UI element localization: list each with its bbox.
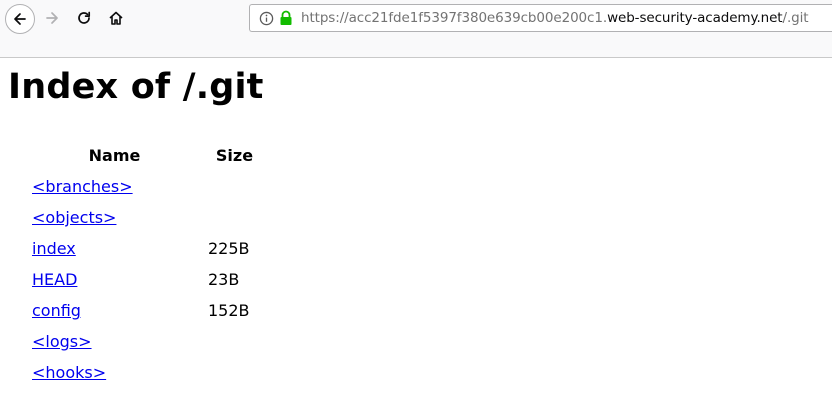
name-cell: <branches>: [31, 172, 198, 201]
forward-button[interactable]: [38, 4, 66, 32]
page-title: Index of /.git: [8, 67, 264, 107]
url-path: /.git: [782, 10, 809, 26]
entry-link[interactable]: <branches>: [32, 177, 133, 196]
url-bar[interactable]: https://acc21fde1f5397f380e639cb00e200c1…: [249, 4, 832, 32]
entry-link[interactable]: HEAD: [32, 270, 77, 289]
size-cell: [200, 203, 269, 232]
table-row: <objects>: [31, 203, 269, 232]
name-cell: HEAD: [31, 265, 198, 294]
size-column-header: Size: [215, 146, 254, 165]
entry-link[interactable]: <hooks>: [32, 363, 106, 382]
name-cell: <objects>: [31, 203, 198, 232]
entry-link[interactable]: <logs>: [32, 332, 92, 351]
reload-button[interactable]: [70, 4, 98, 32]
size-cell: [200, 358, 269, 387]
table-row: HEAD 23B: [31, 265, 269, 294]
size-cell: [200, 327, 269, 356]
table-row: config 152B: [31, 296, 269, 325]
name-cell: index: [31, 234, 198, 263]
entry-link[interactable]: config: [32, 301, 81, 320]
size-cell: 23B: [208, 270, 240, 289]
back-arrow-icon: [14, 13, 26, 25]
name-cell: config: [31, 296, 198, 325]
lock-icon[interactable]: [279, 10, 293, 26]
size-cell: 152B: [208, 301, 250, 320]
home-button[interactable]: [102, 4, 130, 32]
size-cell: [200, 172, 269, 201]
entry-link[interactable]: index: [32, 239, 76, 258]
back-button[interactable]: [5, 4, 35, 34]
name-cell: <logs>: [31, 327, 198, 356]
url-host: web-security-academy.net: [607, 10, 783, 26]
directory-listing: Name Size <branches> <objects> index 225…: [29, 139, 271, 389]
table-row: <hooks>: [31, 358, 269, 387]
table-row: <branches>: [31, 172, 269, 201]
forward-arrow-icon: [46, 12, 58, 24]
entry-link[interactable]: <objects>: [32, 208, 116, 227]
home-icon: [109, 11, 123, 25]
name-column-header: Name: [88, 146, 141, 165]
name-cell: <hooks>: [31, 358, 198, 387]
header-row: Name Size: [31, 141, 269, 170]
url-prefix: https://acc21fde1f5397f380e639cb00e200c1…: [301, 10, 608, 26]
info-icon[interactable]: [259, 11, 274, 26]
browser-toolbar: https://acc21fde1f5397f380e639cb00e200c1…: [0, 0, 832, 58]
table-row: index 225B: [31, 234, 269, 263]
reload-icon: [78, 11, 91, 24]
table-row: <logs>: [31, 327, 269, 356]
size-cell: 225B: [208, 239, 250, 258]
url-text[interactable]: https://acc21fde1f5397f380e639cb00e200c1…: [301, 10, 809, 26]
